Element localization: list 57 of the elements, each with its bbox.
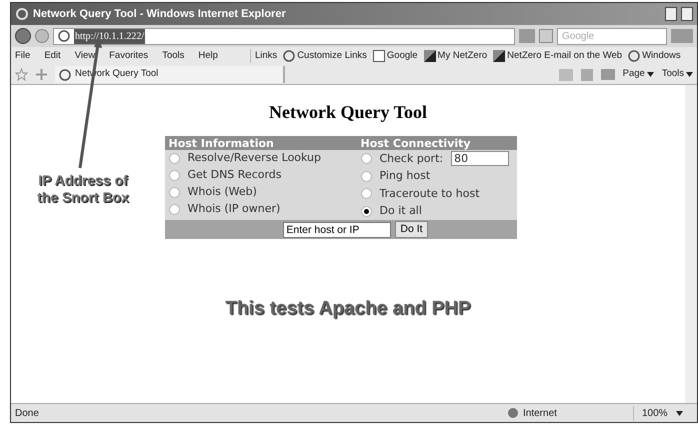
address-field[interactable]: http://10.1.1.222/ bbox=[53, 28, 515, 44]
minimize-icon[interactable] bbox=[665, 7, 677, 21]
page-menu[interactable]: Page bbox=[622, 67, 654, 82]
zoom-control[interactable]: 100% bbox=[633, 406, 693, 420]
radio-button[interactable] bbox=[360, 206, 372, 217]
forward-button[interactable] bbox=[35, 29, 49, 43]
menu-item[interactable]: Edit bbox=[44, 48, 61, 64]
radio-button[interactable] bbox=[360, 170, 372, 182]
caption-text: This tests Apache and PHP bbox=[225, 297, 471, 321]
stop-button[interactable] bbox=[539, 29, 553, 43]
zone-text: Internet bbox=[523, 406, 558, 420]
column-header: Host Connectivity bbox=[360, 136, 472, 152]
radio-button[interactable] bbox=[168, 187, 180, 198]
back-button[interactable] bbox=[15, 28, 31, 44]
caret-icon[interactable] bbox=[646, 72, 654, 77]
links-label: Links bbox=[255, 48, 278, 63]
square-icon bbox=[493, 50, 506, 62]
link-item[interactable]: My NetZero bbox=[424, 48, 488, 64]
port-field[interactable]: 80 bbox=[451, 151, 510, 166]
search-field[interactable]: Google bbox=[557, 28, 667, 44]
option-label: Do it all bbox=[380, 203, 422, 219]
menu-item[interactable]: Tools bbox=[162, 48, 184, 64]
caret-icon[interactable] bbox=[686, 72, 693, 77]
menu-item[interactable]: Favorites bbox=[109, 48, 148, 64]
link-item[interactable]: NetZero E-mail on the Web bbox=[493, 48, 622, 64]
page-heading: Network Query Tool bbox=[268, 101, 427, 124]
do-it-button[interactable]: Do It bbox=[395, 221, 428, 238]
plus-icon[interactable] bbox=[36, 69, 47, 80]
status-text: Done bbox=[15, 406, 39, 420]
radio-button[interactable] bbox=[360, 188, 372, 200]
maximize-icon[interactable] bbox=[681, 7, 693, 21]
option-label: Ping host bbox=[380, 168, 430, 184]
window-title: Network Query Tool - Windows Internet Explorer bbox=[33, 6, 286, 22]
star-icon[interactable] bbox=[15, 68, 28, 81]
caret-icon[interactable] bbox=[676, 410, 683, 416]
radio-button[interactable] bbox=[168, 204, 180, 215]
option-label: Get DNS Records bbox=[188, 167, 282, 184]
option-label: Traceroute to host bbox=[380, 186, 480, 202]
square-icon bbox=[424, 50, 436, 62]
menu-item[interactable]: File bbox=[15, 48, 30, 64]
radio-button[interactable] bbox=[168, 170, 180, 181]
link-item[interactable]: Customize Links bbox=[283, 48, 367, 64]
radio-button[interactable] bbox=[168, 153, 180, 164]
radio-button[interactable] bbox=[360, 153, 372, 164]
column-header: Host Information bbox=[168, 136, 275, 152]
globe-icon bbox=[507, 407, 519, 419]
option-label: Check port: bbox=[380, 150, 444, 166]
option-label: Whois (Web) bbox=[188, 184, 257, 200]
menu-item[interactable]: View bbox=[74, 48, 96, 64]
option-label: Whois (IP owner) bbox=[188, 201, 280, 218]
link-item[interactable]: Google bbox=[372, 48, 418, 64]
annotation-text: IP Address of the Snort Box bbox=[36, 172, 130, 206]
link-item[interactable]: Windows bbox=[628, 48, 681, 64]
host-field[interactable]: Enter host or IP bbox=[283, 222, 392, 238]
menu-item[interactable]: Help bbox=[198, 48, 218, 64]
tools-menu[interactable]: Tools bbox=[662, 67, 693, 82]
option-label: Resolve/Reverse Lookup bbox=[188, 150, 322, 166]
